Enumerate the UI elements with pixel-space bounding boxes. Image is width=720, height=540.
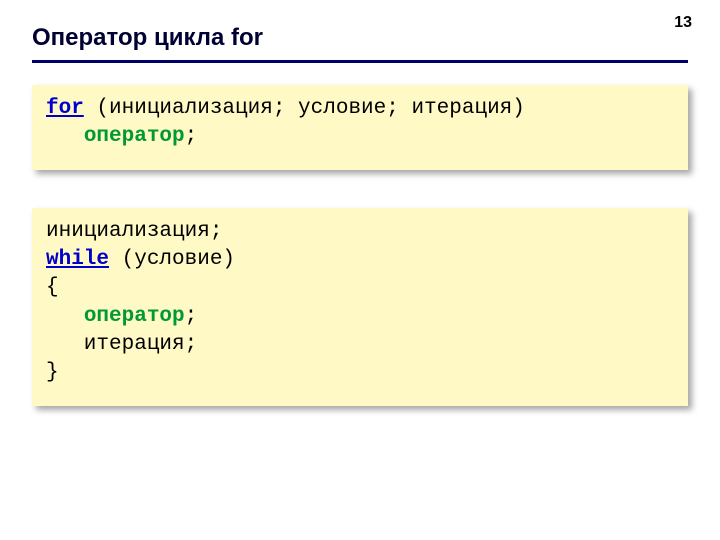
indent (46, 125, 84, 148)
keyword-while: while (46, 248, 109, 271)
page-number: 13 (674, 14, 692, 32)
operator-word: оператор (84, 125, 185, 148)
lbrace: { (46, 276, 59, 299)
code-block-while: инициализация; while (условие) { операто… (32, 208, 688, 406)
keyword-for: for (46, 97, 84, 120)
for-arguments: (инициализация; условие; итерация) (84, 97, 525, 120)
title-rule (32, 60, 688, 63)
slide-title: Оператор цикла for (32, 24, 688, 52)
operator-word: оператор (84, 305, 185, 328)
code-block-for: for (инициализация; условие; итерация) о… (32, 85, 688, 170)
semicolon: ; (185, 305, 198, 328)
indent (46, 305, 84, 328)
semicolon: ; (185, 125, 198, 148)
init-line: инициализация; (46, 220, 222, 243)
while-arguments: (условие) (109, 248, 235, 271)
rbrace: } (46, 361, 59, 384)
iteration-line: итерация; (46, 333, 197, 356)
slide: 13 Оператор цикла for for (инициализация… (0, 0, 720, 540)
